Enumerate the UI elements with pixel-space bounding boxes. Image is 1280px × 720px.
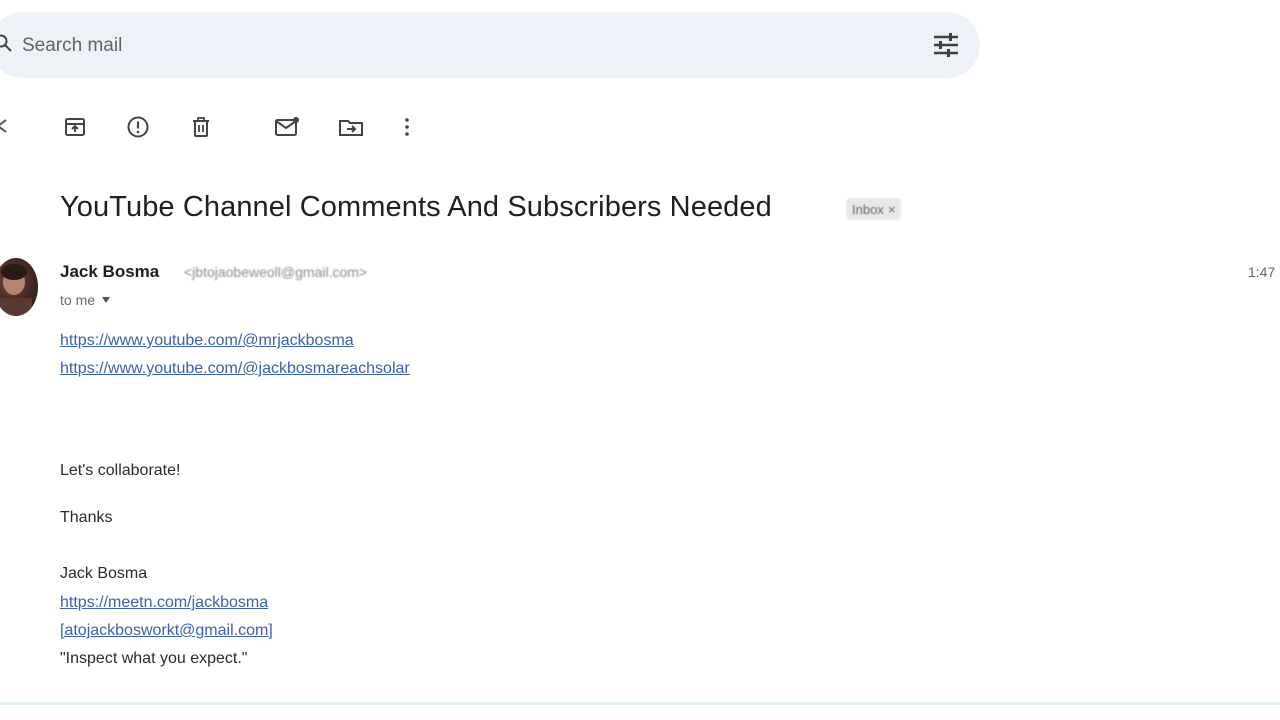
- remove-label-icon[interactable]: ×: [888, 202, 896, 217]
- search-options-icon[interactable]: [930, 30, 962, 60]
- mark-unread-button[interactable]: [272, 112, 302, 142]
- search-bar[interactable]: [0, 12, 980, 78]
- signature-link[interactable]: https://meetn.com/jackbosma: [60, 594, 268, 612]
- delete-button[interactable]: [186, 112, 216, 142]
- bottom-divider: [0, 702, 1280, 705]
- youtube-link-2[interactable]: https://www.youtube.com/@jackbosmareachs…: [60, 360, 410, 378]
- back-arrow-icon[interactable]: [0, 118, 8, 134]
- chevron-down-icon[interactable]: [101, 296, 111, 304]
- search-input[interactable]: [20, 32, 884, 60]
- youtube-link-1[interactable]: https://www.youtube.com/@mrjackbosma: [60, 332, 354, 350]
- body-line-thanks: Thanks: [60, 509, 113, 526]
- signature-name: Jack Bosma: [60, 565, 148, 582]
- email-view: YouTube Channel Comments And Subscribers…: [0, 0, 1280, 720]
- signature-email-link[interactable]: [atojackbosworkt@gmail.com]: [60, 622, 273, 640]
- avatar-photo: [0, 264, 32, 316]
- trash-icon: [193, 117, 209, 137]
- archive-button[interactable]: [60, 112, 90, 142]
- move-to-button[interactable]: [336, 112, 366, 142]
- sender-name: Jack Bosma: [60, 262, 160, 281]
- report-icon: [127, 116, 149, 138]
- more-vert-icon: [405, 118, 409, 136]
- mail-icon: [275, 117, 299, 136]
- recipient-text: to me: [60, 292, 96, 308]
- sender-email: <jbtojaobeweoll@gmail.com>: [184, 264, 368, 280]
- email-timestamp: 1:47: [1248, 264, 1276, 280]
- body-line-collaborate: Let's collaborate!: [60, 462, 181, 479]
- more-options-button[interactable]: [392, 112, 422, 142]
- label-text: Inbox: [852, 201, 884, 217]
- email-subject: YouTube Channel Comments And Subscribers…: [60, 191, 772, 223]
- search-icon[interactable]: [0, 34, 12, 52]
- signature-quote: "Inspect what you expect.": [60, 650, 248, 667]
- archive-icon: [65, 118, 85, 136]
- report-spam-button[interactable]: [123, 112, 153, 142]
- folder-move-icon: [339, 120, 363, 136]
- sender-avatar[interactable]: [0, 258, 38, 316]
- recipient-details[interactable]: to me: [60, 292, 111, 308]
- inbox-label-chip[interactable]: Inbox ×: [846, 198, 902, 220]
